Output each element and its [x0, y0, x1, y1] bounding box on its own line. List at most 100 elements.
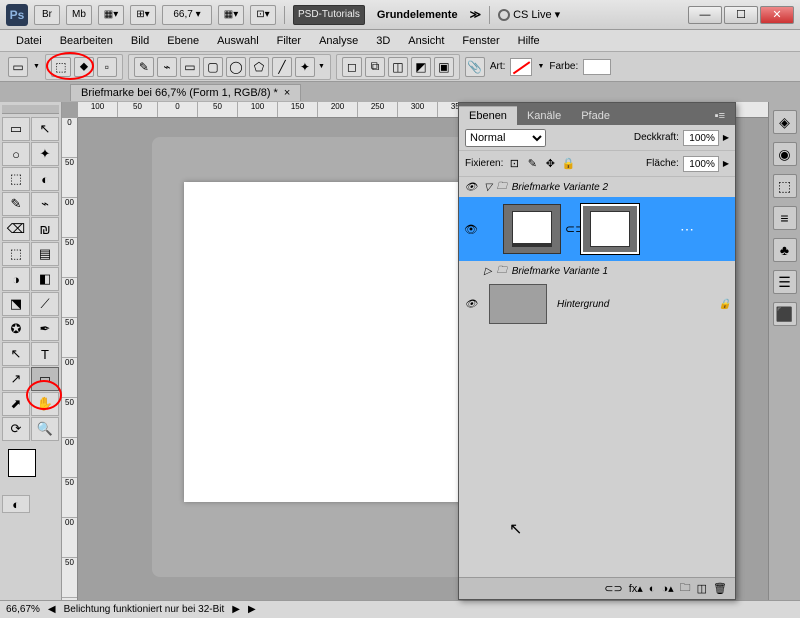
expand-icon[interactable]: ▷ — [484, 266, 492, 277]
tool-3[interactable]: ✦ — [31, 142, 59, 166]
collapse-icon[interactable]: ▽ — [484, 182, 492, 193]
combine-new-icon[interactable]: ◻ — [342, 57, 362, 77]
path-mode[interactable]: ⬥ — [74, 57, 94, 77]
menu-bearbeiten[interactable]: Bearbeiten — [52, 32, 121, 50]
tool-14[interactable]: ⬔ — [2, 292, 30, 316]
blend-mode-select[interactable]: Normal — [465, 129, 546, 147]
dock-icon-1[interactable]: ◉ — [773, 142, 797, 166]
shape-tool-icon[interactable]: ▭ — [8, 57, 28, 77]
vector-mask-thumbnail[interactable] — [581, 204, 639, 254]
menu-fenster[interactable]: Fenster — [454, 32, 507, 50]
visibility-icon[interactable]: 👁 — [463, 299, 479, 310]
tool-5[interactable]: ◐ — [31, 167, 59, 191]
tool-2[interactable]: ○ — [2, 142, 30, 166]
tool-21[interactable]: ▭ — [31, 367, 59, 391]
shape-layer-mode[interactable]: ⬚ — [51, 57, 71, 77]
tool-10[interactable]: ⬚ — [2, 242, 30, 266]
visibility-icon[interactable]: 👁 — [463, 223, 479, 236]
line-icon[interactable]: ╱ — [272, 57, 292, 77]
window-minimize[interactable]: — — [688, 6, 722, 24]
polygon-icon[interactable]: ⬠ — [249, 57, 269, 77]
color-swatch[interactable] — [583, 59, 611, 75]
dock-icon-4[interactable]: ♣ — [773, 238, 797, 262]
layer-group[interactable]: 👁 ▽ 🗀 Briefmarke Variante 2 — [459, 177, 735, 197]
pen-icon[interactable]: ✎ — [134, 57, 154, 77]
menu-ansicht[interactable]: Ansicht — [400, 32, 452, 50]
tool-8[interactable]: ⌫ — [2, 217, 30, 241]
layer-thumbnail[interactable] — [489, 284, 547, 324]
dock-icon-5[interactable]: ☰ — [773, 270, 797, 294]
tool-20[interactable]: ↗ — [2, 367, 30, 391]
tab-kanaele[interactable]: Kanäle — [517, 107, 571, 125]
filmstrip-button[interactable]: ▦▾ — [98, 5, 124, 25]
tool-7[interactable]: ⌁ — [31, 192, 59, 216]
tool-22[interactable]: ⬈ — [2, 392, 30, 416]
tool-1[interactable]: ↖ — [31, 117, 59, 141]
window-close[interactable]: ✕ — [760, 6, 794, 24]
dock-icon-0[interactable]: ◈ — [773, 110, 797, 134]
status-arrow-right[interactable]: ▶ — [232, 604, 240, 615]
psd-tutorials-button[interactable]: PSD-Tutorials — [293, 5, 365, 25]
ellipse-icon[interactable]: ◯ — [226, 57, 246, 77]
custom-shape-icon[interactable]: ✦ — [295, 57, 315, 77]
status-arrow-left[interactable]: ◀ — [48, 604, 56, 615]
workspace-label[interactable]: Grundelemente — [371, 9, 464, 21]
link-layers-icon[interactable]: ⊂⊃ — [604, 582, 622, 595]
close-icon[interactable]: × — [284, 87, 290, 99]
freeform-icon[interactable]: ⌁ — [157, 57, 177, 77]
combine-intersect-icon[interactable]: ◩ — [411, 57, 431, 77]
visibility-icon[interactable]: 👁 — [463, 182, 479, 193]
tool-0[interactable]: ▭ — [2, 117, 30, 141]
tool-15[interactable]: ⟋ — [31, 292, 59, 316]
roundrect-icon[interactable]: ▢ — [203, 57, 223, 77]
layer-thumbnail[interactable] — [503, 204, 561, 254]
attachment-icon[interactable]: 📎 — [465, 57, 485, 77]
artboard[interactable] — [184, 182, 484, 502]
combine-add-icon[interactable]: ⧉ — [365, 57, 385, 77]
trash-icon[interactable]: 🗑 — [713, 582, 727, 595]
menu-3d[interactable]: 3D — [368, 32, 398, 50]
fit-button[interactable]: ⊡▾ — [250, 5, 276, 25]
menu-analyse[interactable]: Analyse — [311, 32, 366, 50]
dock-icon-6[interactable]: ⬛ — [773, 302, 797, 326]
tool-12[interactable]: ◑ — [2, 267, 30, 291]
tool-11[interactable]: ▤ — [31, 242, 59, 266]
link-icon[interactable]: ⊂⊃ — [565, 222, 577, 236]
layer-group-name[interactable]: Briefmarke Variante 1 — [512, 266, 608, 277]
adjustment-icon[interactable]: ◑▴ — [661, 582, 673, 595]
fill-mode[interactable]: ▫ — [97, 57, 117, 77]
layer-group-name[interactable]: Briefmarke Variante 2 — [512, 182, 608, 193]
combine-exclude-icon[interactable]: ▣ — [434, 57, 454, 77]
lock-all-icon[interactable]: 🔒 — [561, 157, 575, 171]
menu-hilfe[interactable]: Hilfe — [510, 32, 548, 50]
panel-menu-icon[interactable]: ▪≡ — [705, 107, 735, 125]
tool-6[interactable]: ✎ — [2, 192, 30, 216]
minibridge-button[interactable]: Mb — [66, 5, 92, 25]
tool-18[interactable]: ↖ — [2, 342, 30, 366]
group-icon[interactable]: 🗀 — [680, 579, 691, 598]
tool-25[interactable]: 🔍 — [31, 417, 59, 441]
opacity-value[interactable]: 100% — [683, 130, 719, 146]
tool-24[interactable]: ⟳ — [2, 417, 30, 441]
view-button[interactable]: ⊞▾ — [130, 5, 156, 25]
menu-auswahl[interactable]: Auswahl — [209, 32, 267, 50]
tool-9[interactable]: ₪ — [31, 217, 59, 241]
combine-subtract-icon[interactable]: ◫ — [388, 57, 408, 77]
tool-4[interactable]: ⬚ — [2, 167, 30, 191]
dock-icon-2[interactable]: ⬚ — [773, 174, 797, 198]
stroke-style-swatch[interactable] — [510, 58, 532, 76]
quickmask-icon[interactable]: ◐ — [2, 495, 30, 513]
layer-row[interactable]: 👁 Hintergrund 🔒 — [459, 281, 735, 327]
fg-color-swatch[interactable] — [8, 449, 36, 477]
fx-icon[interactable]: fx▴ — [629, 582, 643, 595]
lock-move-icon[interactable]: ✥ — [543, 157, 557, 171]
menu-ebene[interactable]: Ebene — [159, 32, 207, 50]
menu-filter[interactable]: Filter — [269, 32, 309, 50]
rect-icon[interactable]: ▭ — [180, 57, 200, 77]
tool-23[interactable]: ✋ — [31, 392, 59, 416]
fill-value[interactable]: 100% — [683, 156, 719, 172]
zoom-readout[interactable]: 66,67% — [6, 604, 40, 615]
layer-name[interactable]: Hintergrund — [557, 299, 609, 310]
menu-bild[interactable]: Bild — [123, 32, 157, 50]
mask-icon[interactable]: ◐ — [649, 583, 656, 595]
